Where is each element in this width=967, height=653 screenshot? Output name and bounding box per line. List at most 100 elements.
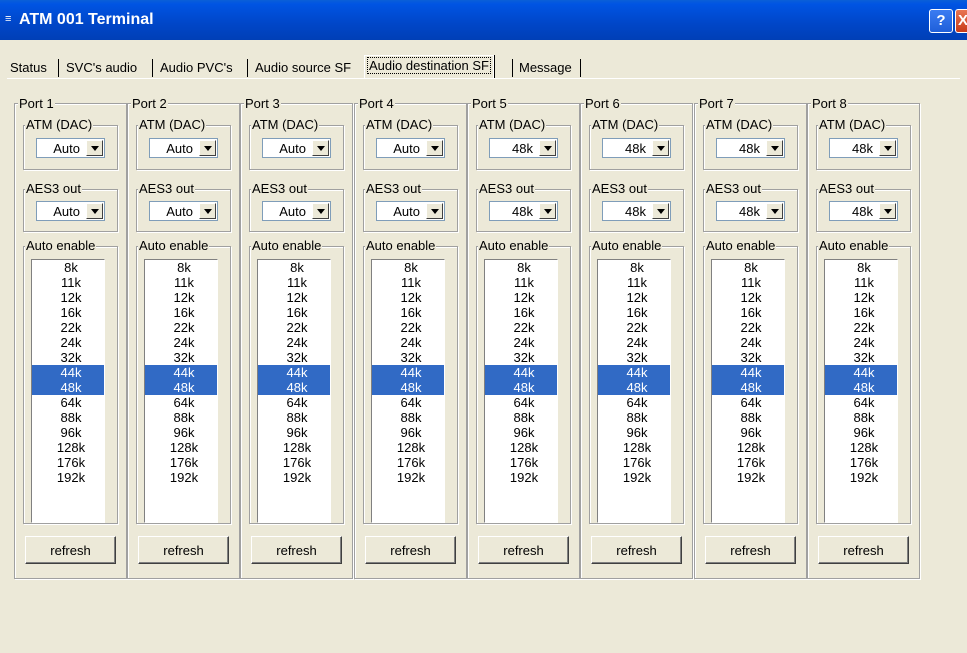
rate-list-item[interactable]: 44k [145,365,217,380]
rate-list-item[interactable]: 8k [485,260,557,275]
rate-list-item[interactable]: 192k [258,470,330,485]
rate-list-item[interactable]: 32k [825,350,897,365]
rate-list-item[interactable]: 12k [145,290,217,305]
rate-list-item[interactable]: 32k [598,350,670,365]
rate-list-item[interactable]: 64k [145,395,217,410]
atm-dac-select[interactable]: Auto [262,138,331,158]
rate-list-item[interactable]: 64k [485,395,557,410]
refresh-button[interactable]: refresh [818,536,909,564]
chevron-down-icon[interactable] [199,203,216,219]
rate-list-item[interactable]: 16k [372,305,444,320]
atm-dac-select[interactable]: Auto [36,138,105,158]
rate-list-item[interactable]: 96k [485,425,557,440]
rate-list-item[interactable]: 11k [258,275,330,290]
rate-list-item[interactable]: 12k [712,290,784,305]
chevron-down-icon[interactable] [539,203,556,219]
rate-list-item[interactable]: 8k [825,260,897,275]
rate-list-item[interactable]: 24k [712,335,784,350]
rate-listbox[interactable]: 8k 11k 12k 16k 22k 24k 32k 44k 48k 64k 88k 96k 128k 1… [144,259,218,523]
rate-list-item[interactable]: 128k [825,440,897,455]
atm-dac-select[interactable]: Auto [376,138,445,158]
system-menu-icon[interactable]: ≡ [5,14,15,25]
rate-list-item[interactable]: 16k [32,305,104,320]
chevron-down-icon[interactable] [86,140,103,156]
aes3-out-select[interactable]: Auto [149,201,218,221]
chevron-down-icon[interactable] [652,140,669,156]
rate-list-item[interactable]: 22k [258,320,330,335]
rate-list-item[interactable]: 64k [598,395,670,410]
rate-list-item[interactable]: 128k [598,440,670,455]
rate-list-item[interactable]: 11k [825,275,897,290]
rate-list-item[interactable]: 32k [485,350,557,365]
rate-list-item[interactable]: 176k [825,455,897,470]
rate-list-item[interactable]: 96k [712,425,784,440]
rate-list-item[interactable]: 88k [32,410,104,425]
chevron-down-icon[interactable] [766,203,783,219]
rate-listbox[interactable]: 8k 11k 12k 16k 22k 24k 32k 44k 48k 64k 88k 96k 128k 1… [484,259,558,523]
rate-list-item[interactable]: 24k [598,335,670,350]
chevron-down-icon[interactable] [879,140,896,156]
rate-listbox[interactable]: 8k 11k 12k 16k 22k 24k 32k 44k 48k 64k 88k 96k 128k 1… [257,259,331,523]
refresh-button[interactable]: refresh [705,536,796,564]
rate-list-item[interactable]: 11k [372,275,444,290]
rate-list-item[interactable]: 12k [32,290,104,305]
rate-list-item[interactable]: 44k [485,365,557,380]
rate-list-item[interactable]: 12k [372,290,444,305]
aes3-out-select[interactable]: Auto [262,201,331,221]
refresh-button[interactable]: refresh [591,536,682,564]
rate-list-item[interactable]: 96k [825,425,897,440]
aes3-out-select[interactable]: Auto [376,201,445,221]
rate-list-item[interactable]: 44k [712,365,784,380]
rate-list-item[interactable]: 16k [598,305,670,320]
refresh-button[interactable]: refresh [25,536,116,564]
rate-list-item[interactable]: 24k [258,335,330,350]
rate-list-item[interactable]: 48k [598,380,670,395]
rate-list-item[interactable]: 48k [258,380,330,395]
rate-list-item[interactable]: 88k [145,410,217,425]
aes3-out-select[interactable]: Auto [36,201,105,221]
atm-dac-select[interactable]: 48k [716,138,785,158]
rate-list-item[interactable]: 22k [712,320,784,335]
rate-list-item[interactable]: 96k [258,425,330,440]
rate-list-item[interactable]: 192k [825,470,897,485]
rate-list-item[interactable]: 48k [145,380,217,395]
rate-list-item[interactable]: 8k [372,260,444,275]
chevron-down-icon[interactable] [86,203,103,219]
rate-list-item[interactable]: 192k [485,470,557,485]
rate-list-item[interactable]: 48k [32,380,104,395]
rate-list-item[interactable]: 8k [598,260,670,275]
rate-list-item[interactable]: 88k [258,410,330,425]
rate-list-item[interactable]: 44k [258,365,330,380]
rate-list-item[interactable]: 48k [372,380,444,395]
chevron-down-icon[interactable] [766,140,783,156]
atm-dac-select[interactable]: 48k [489,138,558,158]
rate-list-item[interactable]: 64k [372,395,444,410]
rate-list-item[interactable]: 176k [598,455,670,470]
tab-audio-destination-sf[interactable]: Audio destination SF [364,55,494,79]
atm-dac-select[interactable]: 48k [829,138,898,158]
rate-list-item[interactable]: 11k [598,275,670,290]
rate-listbox[interactable]: 8k 11k 12k 16k 22k 24k 32k 44k 48k 64k 88k 96k 128k 1… [597,259,671,523]
tab-audio-source-sf[interactable]: Audio source SF [252,58,354,78]
rate-list-item[interactable]: 192k [712,470,784,485]
rate-list-item[interactable]: 32k [258,350,330,365]
rate-list-item[interactable]: 88k [372,410,444,425]
rate-list-item[interactable]: 12k [825,290,897,305]
rate-list-item[interactable]: 96k [372,425,444,440]
atm-dac-select[interactable]: 48k [602,138,671,158]
rate-list-item[interactable]: 32k [145,350,217,365]
tab-status[interactable]: Status [7,58,50,78]
rate-list-item[interactable]: 48k [712,380,784,395]
rate-list-item[interactable]: 176k [372,455,444,470]
rate-list-item[interactable]: 12k [485,290,557,305]
rate-list-item[interactable]: 64k [32,395,104,410]
rate-list-item[interactable]: 64k [825,395,897,410]
rate-list-item[interactable]: 44k [598,365,670,380]
rate-list-item[interactable]: 22k [372,320,444,335]
rate-list-item[interactable]: 88k [825,410,897,425]
rate-list-item[interactable]: 192k [598,470,670,485]
rate-listbox[interactable]: 8k 11k 12k 16k 22k 24k 32k 44k 48k 64k 88k 96k 128k 1… [31,259,105,523]
rate-list-item[interactable]: 128k [485,440,557,455]
rate-list-item[interactable]: 32k [712,350,784,365]
rate-list-item[interactable]: 16k [258,305,330,320]
